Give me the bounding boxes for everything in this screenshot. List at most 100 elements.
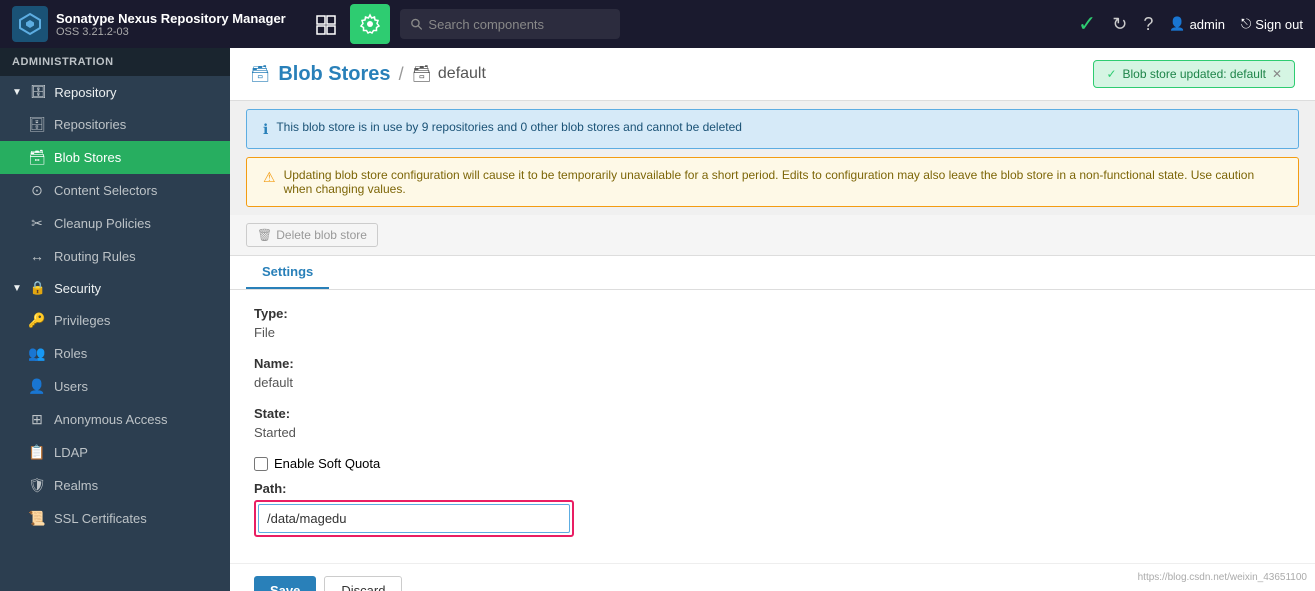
ssl-icon: 📜 bbox=[28, 510, 46, 527]
privileges-icon: 🔑 bbox=[28, 312, 46, 329]
users-icon: 👤 bbox=[28, 378, 46, 395]
signout-button[interactable]: ⎋ Sign out bbox=[1241, 16, 1303, 32]
repositories-icon: 🗄 bbox=[28, 116, 46, 133]
repository-icon: 🗄 bbox=[30, 84, 47, 100]
sidebar-item-repositories[interactable]: 🗄 Repositories bbox=[0, 108, 230, 141]
path-input-wrapper bbox=[254, 500, 574, 537]
security-group: ▼ 🔒 Security 🔑 Privileges 👥 Roles 👤 User… bbox=[0, 272, 230, 535]
path-input[interactable] bbox=[258, 504, 570, 533]
sidebar: Administration ▼ 🗄 Repository 🗄 Reposito… bbox=[0, 48, 230, 591]
sidebar-item-realms[interactable]: 🛡 Realms bbox=[0, 469, 230, 502]
warning-alert: ⚠ Updating blob store configuration will… bbox=[246, 157, 1299, 207]
path-section: Path: bbox=[254, 481, 1291, 537]
soft-quota-checkbox[interactable] bbox=[254, 457, 268, 471]
brand-text: Sonatype Nexus Repository Manager OSS 3.… bbox=[56, 11, 286, 38]
main-content: 🗃 Blob Stores / 🗃 default ✓ Blob store u… bbox=[230, 48, 1315, 591]
repository-group-header[interactable]: ▼ 🗄 Repository bbox=[0, 76, 230, 108]
username: admin bbox=[1190, 17, 1225, 32]
sidebar-item-blob-stores[interactable]: 🗃 Blob Stores bbox=[0, 141, 230, 174]
soft-quota-label: Enable Soft Quota bbox=[274, 456, 380, 471]
brand-logo bbox=[12, 6, 48, 42]
type-field: Type: File bbox=[254, 306, 1291, 342]
security-group-header[interactable]: ▼ 🔒 Security bbox=[0, 272, 230, 304]
state-label: State: bbox=[254, 406, 1291, 421]
search-input[interactable] bbox=[428, 17, 609, 32]
sidebar-section-title: Administration bbox=[0, 48, 230, 76]
delete-label: Delete blob store bbox=[276, 228, 367, 242]
info-icon: ℹ bbox=[263, 121, 268, 138]
type-value: File bbox=[254, 323, 1291, 342]
sidebar-item-roles[interactable]: 👥 Roles bbox=[0, 337, 230, 370]
sidebar-item-label: Privileges bbox=[54, 313, 110, 328]
sub-icon: 🗃 bbox=[412, 64, 432, 84]
sidebar-item-label: Users bbox=[54, 379, 88, 394]
security-label: Security bbox=[54, 281, 101, 296]
realms-icon: 🛡 bbox=[28, 477, 46, 494]
sidebar-item-label: LDAP bbox=[54, 445, 88, 460]
brand: Sonatype Nexus Repository Manager OSS 3.… bbox=[12, 6, 286, 42]
anonymous-access-icon: ⊞ bbox=[28, 411, 46, 428]
sidebar-item-anonymous-access[interactable]: ⊞ Anonymous Access bbox=[0, 403, 230, 436]
breadcrumb-sub: 🗃 default bbox=[412, 64, 486, 84]
name-field: Name: default bbox=[254, 356, 1291, 392]
sub-title-text: default bbox=[438, 65, 486, 83]
search-icon bbox=[410, 17, 423, 31]
path-label: Path: bbox=[254, 481, 1291, 496]
state-field: State: Started bbox=[254, 406, 1291, 442]
content-selectors-icon: ⊙ bbox=[28, 182, 46, 199]
nav-icons bbox=[306, 4, 390, 44]
info-alert: ℹ This blob store is in use by 9 reposit… bbox=[246, 109, 1299, 149]
success-close-icon[interactable]: ✕ bbox=[1272, 67, 1282, 81]
breadcrumb-separator: / bbox=[399, 64, 404, 85]
sidebar-item-label: Repositories bbox=[54, 117, 126, 132]
search-box[interactable] bbox=[400, 9, 620, 39]
user-menu[interactable]: 👤 admin bbox=[1169, 16, 1225, 32]
sidebar-item-label: Roles bbox=[54, 346, 87, 361]
breadcrumb-icon: 🗃 bbox=[250, 64, 270, 84]
repository-group: ▼ 🗄 Repository 🗄 Repositories 🗃 Blob Sto… bbox=[0, 76, 230, 272]
name-label: Name: bbox=[254, 356, 1291, 371]
tab-settings[interactable]: Settings bbox=[246, 256, 329, 289]
browse-button[interactable] bbox=[306, 4, 346, 44]
help-icon[interactable]: ? bbox=[1143, 14, 1153, 35]
warning-text: Updating blob store configuration will c… bbox=[284, 168, 1282, 196]
sidebar-item-label: SSL Certificates bbox=[54, 511, 147, 526]
chevron-down-icon: ▼ bbox=[12, 87, 22, 98]
sidebar-item-label: Blob Stores bbox=[54, 150, 121, 165]
sidebar-item-label: Anonymous Access bbox=[54, 412, 167, 427]
app-version: OSS 3.21.2-03 bbox=[56, 26, 286, 38]
warning-icon: ⚠ bbox=[263, 169, 276, 186]
blob-stores-icon: 🗃 bbox=[28, 149, 46, 166]
right-actions: ✓ ↻ ? 👤 admin ⎋ Sign out bbox=[1078, 11, 1303, 37]
save-button[interactable]: Save bbox=[254, 576, 316, 591]
watermark: https://blog.csdn.net/weixin_43651100 bbox=[1138, 572, 1307, 583]
security-icon: 🔒 bbox=[30, 280, 46, 296]
delete-blob-store-button[interactable]: 🗑 Delete blob store bbox=[246, 223, 378, 247]
sidebar-item-routing-rules[interactable]: ↔ Routing Rules bbox=[0, 240, 230, 272]
discard-button[interactable]: Discard bbox=[324, 576, 402, 591]
repository-label: Repository bbox=[54, 85, 116, 100]
roles-icon: 👥 bbox=[28, 345, 46, 362]
soft-quota-row: Enable Soft Quota bbox=[254, 456, 1291, 471]
brand-icon bbox=[18, 12, 42, 36]
sidebar-item-label: Routing Rules bbox=[54, 249, 136, 264]
sidebar-item-label: Realms bbox=[54, 478, 98, 493]
sidebar-item-label: Content Selectors bbox=[54, 183, 157, 198]
state-value: Started bbox=[254, 423, 1291, 442]
sidebar-item-users[interactable]: 👤 Users bbox=[0, 370, 230, 403]
admin-button[interactable] bbox=[350, 4, 390, 44]
sidebar-item-ldap[interactable]: 📋 LDAP bbox=[0, 436, 230, 469]
sidebar-item-ssl-certificates[interactable]: 📜 SSL Certificates bbox=[0, 502, 230, 535]
refresh-icon[interactable]: ↻ bbox=[1112, 14, 1127, 35]
tab-settings-label: Settings bbox=[262, 264, 313, 279]
sidebar-item-label: Cleanup Policies bbox=[54, 216, 151, 231]
type-label: Type: bbox=[254, 306, 1291, 321]
info-text: This blob store is in use by 9 repositor… bbox=[276, 120, 742, 134]
tabs-bar: Settings bbox=[230, 256, 1315, 290]
app-title: Sonatype Nexus Repository Manager bbox=[56, 11, 286, 26]
sidebar-item-cleanup-policies[interactable]: ✂ Cleanup Policies bbox=[0, 207, 230, 240]
gear-icon bbox=[359, 13, 381, 35]
page-header: 🗃 Blob Stores / 🗃 default ✓ Blob store u… bbox=[230, 48, 1315, 101]
sidebar-item-privileges[interactable]: 🔑 Privileges bbox=[0, 304, 230, 337]
sidebar-item-content-selectors[interactable]: ⊙ Content Selectors bbox=[0, 174, 230, 207]
